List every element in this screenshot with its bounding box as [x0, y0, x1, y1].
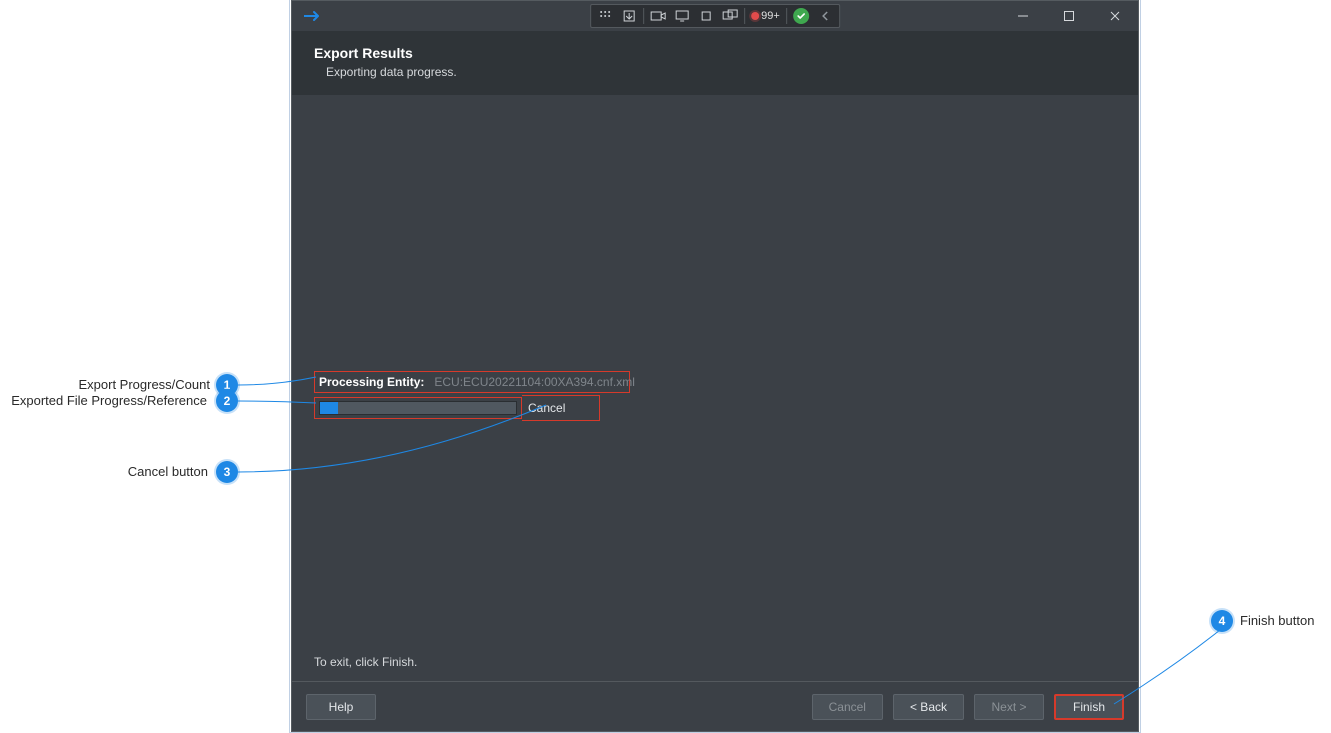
toolbar-stop-icon[interactable] — [694, 5, 718, 27]
toolbar-collapse-icon[interactable] — [813, 5, 837, 27]
cancel-button[interactable]: Cancel — [812, 694, 883, 720]
back-button[interactable]: < Back — [893, 694, 964, 720]
processing-entity-value: ECU:ECU20221104:00XA394.cnf.xml — [434, 375, 635, 389]
inline-cancel-container: Cancel — [522, 395, 600, 421]
exit-hint: To exit, click Finish. — [314, 655, 417, 669]
title-bar-left — [292, 10, 322, 22]
window-controls — [1000, 1, 1138, 31]
annotation-badge-2: 2 — [216, 390, 238, 412]
progress-row: Cancel — [314, 395, 1116, 421]
toolbar-grid-icon[interactable] — [593, 5, 617, 27]
annotation-label-3: Cancel button — [100, 464, 208, 479]
help-button[interactable]: Help — [306, 694, 376, 720]
progress-bar-container — [314, 397, 522, 419]
annotation-label-4: Finish button — [1240, 613, 1314, 628]
toolbar-monitor-icon[interactable] — [670, 5, 694, 27]
export-progress-bar — [319, 401, 517, 415]
title-bar: 99+ — [292, 1, 1138, 31]
annotation-label-2: Exported File Progress/Reference — [0, 393, 207, 408]
record-dot-icon — [751, 12, 759, 20]
export-progress-fill — [320, 402, 338, 414]
close-button[interactable] — [1092, 1, 1138, 31]
toolbar-ok-icon[interactable] — [789, 5, 813, 27]
next-button[interactable]: Next > — [974, 694, 1044, 720]
processing-entity-row: Processing Entity: ECU:ECU20221104:00XA3… — [314, 371, 630, 393]
progress-block: Processing Entity: ECU:ECU20221104:00XA3… — [314, 371, 1116, 421]
page-title: Export Results — [314, 45, 1116, 61]
processing-entity-label: Processing Entity: — [319, 375, 424, 389]
title-toolbar: 99+ — [590, 4, 840, 28]
page-subtitle: Exporting data progress. — [314, 65, 1116, 79]
toolbar-camera-icon[interactable] — [646, 5, 670, 27]
wizard-header: Export Results Exporting data progress. — [292, 31, 1138, 95]
annotation-badge-4: 4 — [1211, 610, 1233, 632]
check-circle-icon — [793, 8, 809, 24]
annotation-label-1: Export Progress/Count — [40, 377, 210, 392]
minimize-button[interactable] — [1000, 1, 1046, 31]
finish-button[interactable]: Finish — [1054, 694, 1124, 720]
inline-cancel-button[interactable]: Cancel — [528, 401, 565, 415]
export-results-dialog: 99+ Export Results — [291, 0, 1139, 732]
notification-count: 99+ — [761, 10, 780, 22]
app-arrow-icon — [304, 10, 322, 22]
maximize-button[interactable] — [1046, 1, 1092, 31]
toolbar-screens-icon[interactable] — [718, 5, 742, 27]
toolbar-export-icon[interactable] — [617, 5, 641, 27]
toolbar-notification-badge[interactable]: 99+ — [747, 10, 784, 22]
wizard-footer: Help Cancel < Back Next > Finish — [292, 681, 1138, 731]
annotation-badge-3: 3 — [216, 461, 238, 483]
wizard-body: Processing Entity: ECU:ECU20221104:00XA3… — [292, 95, 1138, 681]
